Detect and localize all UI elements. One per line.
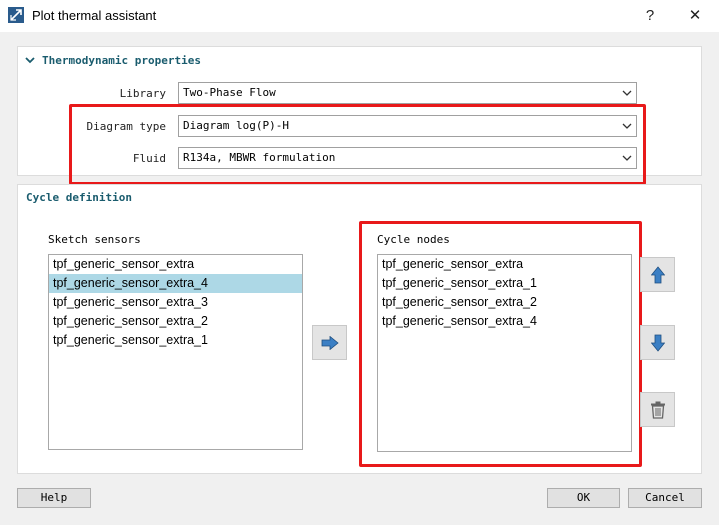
- collapse-caret-icon[interactable]: [25, 55, 35, 65]
- add-to-cycle-button[interactable]: [312, 325, 347, 360]
- fluid-label: Fluid: [132, 152, 166, 165]
- chevron-down-icon: [622, 90, 632, 96]
- cycle-node-item[interactable]: tpf_generic_sensor_extra: [378, 255, 631, 274]
- ok-button[interactable]: OK: [547, 488, 620, 508]
- fluid-select[interactable]: R134a, MBWR formulation: [178, 147, 637, 169]
- arrow-right-icon: [321, 335, 339, 350]
- diagram-type-label: Diagram type: [86, 120, 166, 133]
- diagram-type-value: Diagram log(P)-H: [183, 119, 289, 132]
- sketch-sensor-item[interactable]: tpf_generic_sensor_extra: [49, 255, 302, 274]
- chevron-down-icon: [622, 123, 632, 129]
- fluid-value: R134a, MBWR formulation: [183, 151, 336, 164]
- sketch-sensor-item[interactable]: tpf_generic_sensor_extra_2: [49, 312, 302, 331]
- sketch-sensors-list[interactable]: tpf_generic_sensor_extra tpf_generic_sens…: [48, 254, 303, 450]
- arrow-down-icon: [650, 334, 665, 352]
- cycle-node-item[interactable]: tpf_generic_sensor_extra_1: [378, 274, 631, 293]
- cycle-nodes-label: Cycle nodes: [377, 233, 450, 246]
- cycle-definition-title: Cycle definition: [26, 191, 132, 204]
- help-button[interactable]: Help: [17, 488, 91, 508]
- library-select[interactable]: Two-Phase Flow: [178, 82, 637, 104]
- app-icon: [8, 7, 24, 23]
- arrow-up-icon: [650, 265, 665, 283]
- library-label: Library: [119, 87, 166, 100]
- sketch-sensor-item[interactable]: tpf_generic_sensor_extra_1: [49, 331, 302, 350]
- trash-icon: [650, 401, 665, 419]
- delete-node-button[interactable]: [640, 392, 675, 427]
- cycle-node-item[interactable]: tpf_generic_sensor_extra_4: [378, 312, 631, 331]
- cycle-node-item[interactable]: tpf_generic_sensor_extra_2: [378, 293, 631, 312]
- thermo-properties-title: Thermodynamic properties: [42, 54, 201, 67]
- chevron-down-icon: [622, 155, 632, 161]
- sketch-sensor-item[interactable]: tpf_generic_sensor_extra_4: [49, 274, 302, 293]
- move-up-button[interactable]: [640, 257, 675, 292]
- title-bar: Plot thermal assistant ? ✕: [0, 0, 719, 32]
- close-button[interactable]: ✕: [683, 5, 707, 27]
- sketch-sensors-label: Sketch sensors: [48, 233, 141, 246]
- sketch-sensor-item[interactable]: tpf_generic_sensor_extra_3: [49, 293, 302, 312]
- move-down-button[interactable]: [640, 325, 675, 360]
- window-title: Plot thermal assistant: [32, 8, 157, 23]
- library-value: Two-Phase Flow: [183, 86, 276, 99]
- diagram-type-select[interactable]: Diagram log(P)-H: [178, 115, 637, 137]
- cycle-nodes-list[interactable]: tpf_generic_sensor_extra tpf_generic_sens…: [377, 254, 632, 452]
- cancel-button[interactable]: Cancel: [628, 488, 702, 508]
- help-title-button[interactable]: ?: [638, 5, 662, 27]
